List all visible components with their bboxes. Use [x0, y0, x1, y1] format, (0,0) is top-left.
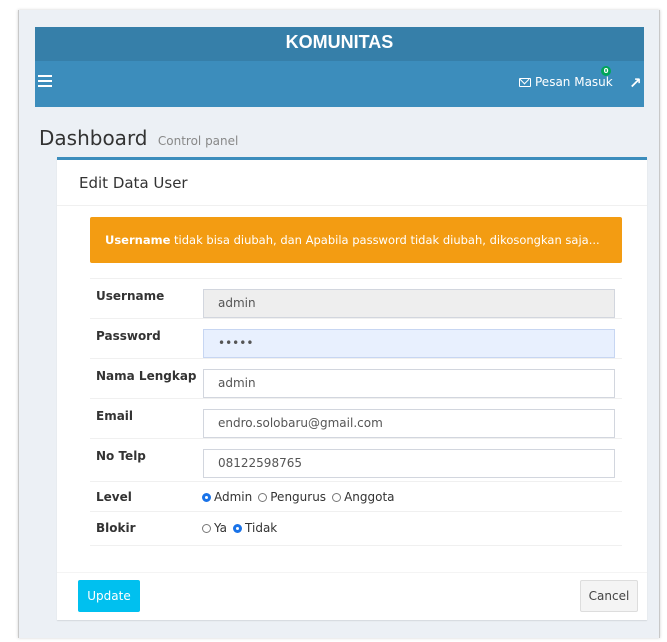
row-blokir: Blokir Ya Tidak — [90, 511, 622, 546]
email-input[interactable]: endro.solobaru@gmail.com — [203, 409, 615, 438]
row-email: Email endro.solobaru@gmail.com — [90, 398, 622, 439]
blokir-option-tidak[interactable]: Tidak — [233, 521, 277, 535]
hamburger-menu-icon[interactable] — [38, 75, 52, 87]
alert-bold-text: Username — [105, 233, 171, 247]
blokir-radio-group: Ya Tidak — [202, 521, 283, 535]
top-navbar: Pesan Masuk 0 ↗ — [35, 61, 644, 107]
level-option-label: Pengurus — [270, 490, 327, 504]
username-input: admin — [203, 289, 615, 318]
alert-text: tidak bisa diubah, dan Apabila password … — [170, 233, 600, 247]
update-button[interactable]: Update — [78, 580, 140, 612]
row-no-telp: No Telp 08122598765 — [90, 438, 622, 479]
messages-count-badge: 0 — [601, 66, 611, 76]
external-link-icon[interactable]: ↗ — [629, 74, 642, 92]
email-label: Email — [96, 409, 134, 423]
level-option-label: Anggota — [344, 490, 395, 504]
radio-admin[interactable] — [202, 492, 211, 502]
divider — [57, 205, 647, 206]
row-level: Level Admin Pengurus Anggota — [90, 481, 622, 512]
no-telp-input[interactable]: 08122598765 — [203, 449, 615, 478]
username-label: Username — [96, 289, 165, 303]
level-option-admin[interactable]: Admin — [202, 490, 252, 504]
radio-ya[interactable] — [202, 523, 211, 533]
level-label: Level — [96, 490, 132, 504]
blokir-option-label: Ya — [214, 521, 228, 535]
level-option-pengurus[interactable]: Pengurus — [258, 490, 326, 504]
level-radio-group: Admin Pengurus Anggota — [202, 490, 401, 504]
nama-lengkap-label: Nama Lengkap — [96, 369, 197, 383]
password-input[interactable]: ••••• — [203, 329, 615, 358]
envelope-icon — [519, 77, 531, 87]
page-header: Dashboard Control panel — [39, 126, 238, 150]
brand-bar: KOMUNITAS — [35, 27, 644, 61]
row-nama-lengkap: Nama Lengkap admin — [90, 358, 622, 399]
cancel-button[interactable]: Cancel — [580, 580, 638, 612]
blokir-option-label: Tidak — [245, 521, 278, 535]
messages-label: Pesan Masuk — [535, 75, 613, 89]
warning-alert: Username tidak bisa diubah, dan Apabila … — [90, 217, 622, 263]
radio-anggota[interactable] — [332, 492, 342, 502]
level-option-label: Admin — [214, 490, 253, 504]
brand-title: KOMUNITAS — [285, 32, 394, 52]
blokir-option-ya[interactable]: Ya — [202, 521, 227, 535]
row-username: Username admin — [90, 278, 622, 319]
password-label: Password — [96, 329, 161, 343]
row-password: Password ••••• — [90, 318, 622, 359]
page-title: Dashboard — [39, 126, 148, 150]
box-title: Edit Data User — [79, 174, 188, 192]
nama-lengkap-input[interactable]: admin — [203, 369, 615, 398]
edit-user-box: Edit Data User Username tidak bisa diuba… — [57, 157, 647, 620]
radio-pengurus[interactable] — [258, 492, 268, 502]
footer-divider — [57, 572, 647, 573]
level-option-anggota[interactable]: Anggota — [332, 490, 395, 504]
page-subtitle: Control panel — [157, 134, 239, 148]
app-frame: KOMUNITAS Pesan Masuk 0 ↗ Dashboard Cont… — [18, 10, 660, 638]
messages-link[interactable]: Pesan Masuk — [519, 75, 613, 89]
blokir-label: Blokir — [96, 521, 136, 535]
no-telp-label: No Telp — [96, 449, 146, 463]
radio-tidak[interactable] — [233, 523, 243, 533]
